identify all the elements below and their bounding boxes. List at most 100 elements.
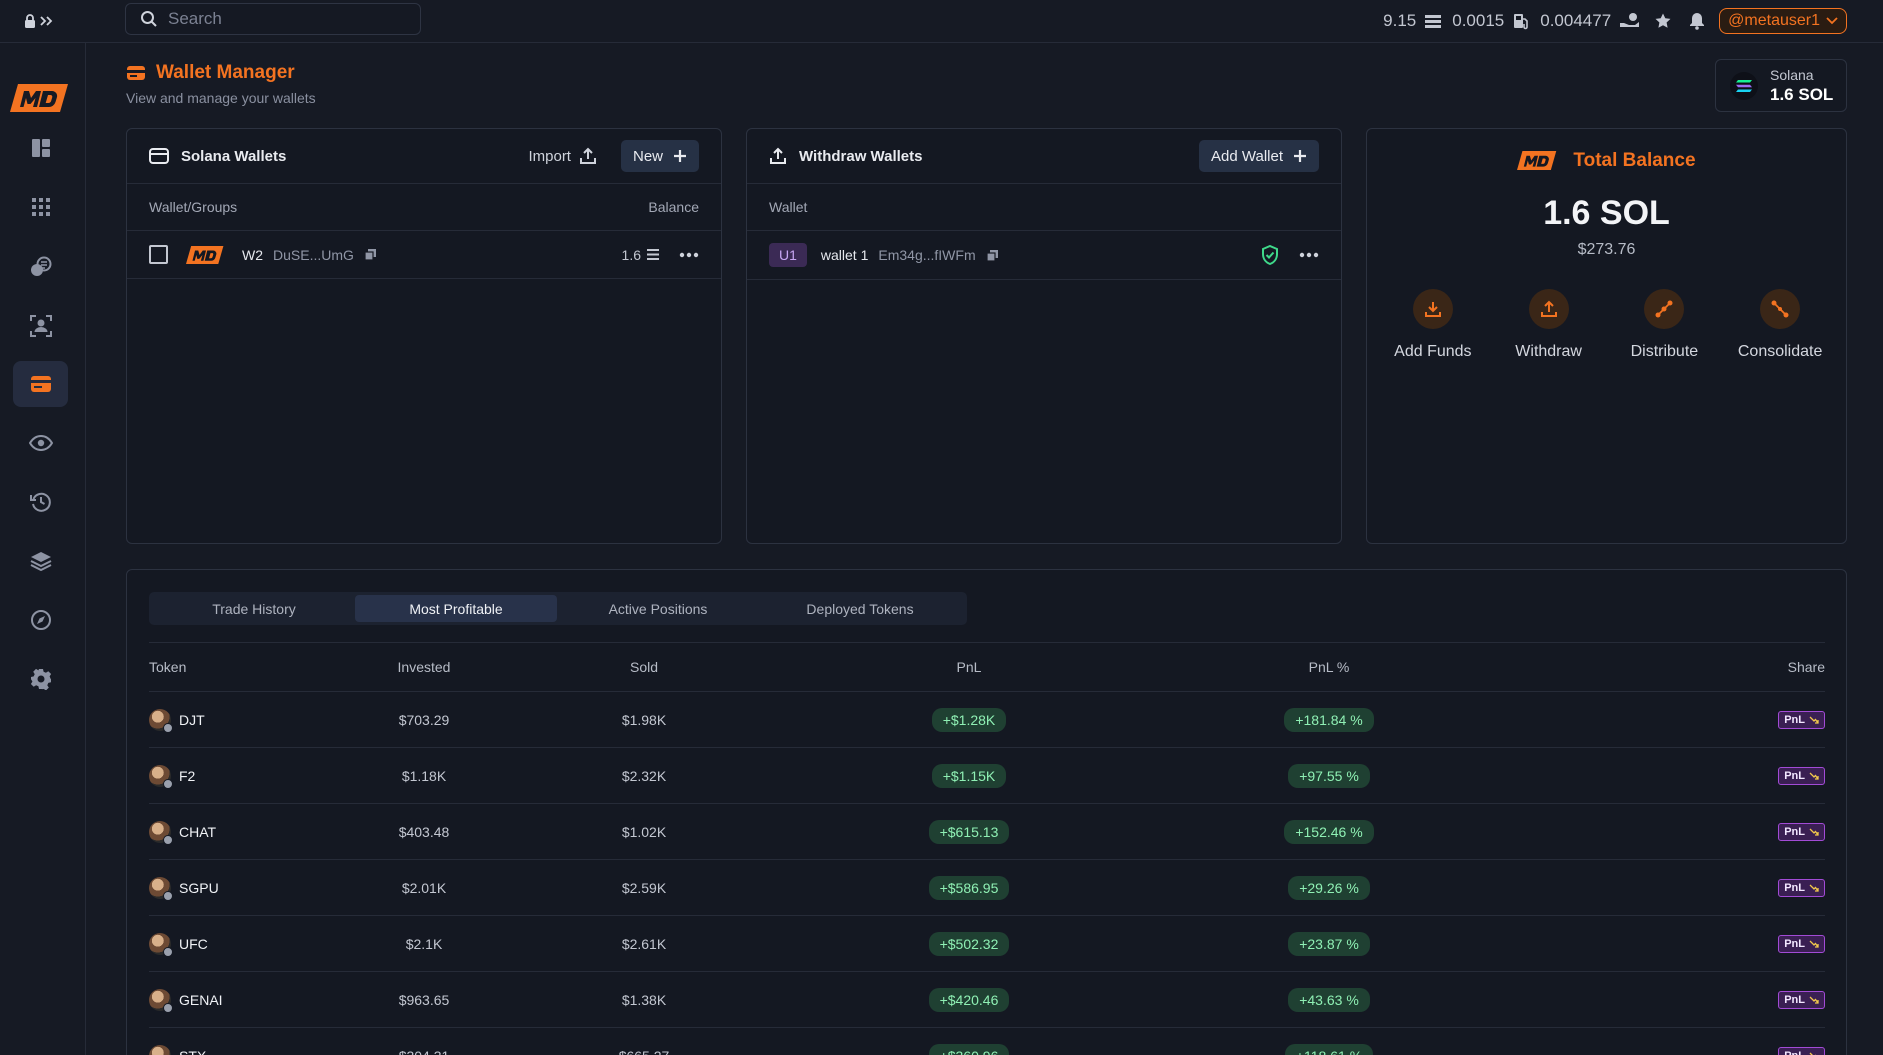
copy-icon[interactable] — [364, 248, 377, 261]
sidebar-item-explore[interactable] — [13, 597, 68, 643]
token-symbol: SGPU — [179, 879, 219, 896]
token-symbol: GENAI — [179, 991, 223, 1008]
col-share: Share — [1787, 659, 1825, 675]
search-bar[interactable] — [125, 3, 421, 35]
share-label: PnL — [1784, 882, 1805, 894]
top-bar-right: 9.15 0.0015 0.004477 @metauser1 — [1383, 8, 1847, 34]
pnl-cell: +$360.96 — [789, 1043, 1149, 1055]
pnl-cell: +$615.13 — [789, 819, 1149, 844]
wallet-checkbox[interactable] — [149, 245, 168, 264]
chain-selector[interactable]: Solana 1.6 SOL — [1715, 59, 1847, 112]
share-cell: PnL — [1509, 934, 1825, 953]
trend-icon — [1809, 716, 1819, 724]
withdraw-wallet-row[interactable]: U1 wallet 1 Em34g...fIWFm — [747, 231, 1341, 280]
share-pnl-button[interactable]: PnL — [1778, 935, 1825, 953]
table-row[interactable]: DJT $703.29 $1.98K +$1.28K +181.84 % PnL — [149, 692, 1825, 748]
wallet-row[interactable]: W2 DuSE...UmG 1.6 — [127, 231, 721, 279]
table-row[interactable]: GENAI $963.65 $1.38K +$420.46 +43.63 % P… — [149, 972, 1825, 1028]
import-button[interactable]: Import — [528, 147, 597, 165]
sidebar-item-user-scan[interactable] — [13, 303, 68, 349]
solana-icon — [1730, 71, 1758, 100]
table-row[interactable]: SGPU $2.01K $2.59K +$586.95 +29.26 % PnL — [149, 860, 1825, 916]
table-body: DJT $703.29 $1.98K +$1.28K +181.84 % PnL… — [149, 692, 1825, 1055]
notifications-button[interactable] — [1685, 9, 1709, 33]
more-options-icon[interactable] — [679, 252, 699, 258]
share-cell: PnL — [1509, 1046, 1825, 1055]
sidebar-item-settings[interactable] — [13, 656, 68, 702]
chain-balance: 1.6 SOL — [1770, 84, 1834, 104]
wallet-address: DuSE...UmG — [273, 246, 354, 263]
token-avatar — [149, 932, 173, 957]
pnl-cell: +$1.28K — [789, 707, 1149, 732]
shield-check-icon — [1262, 245, 1278, 265]
brand-logo — [1517, 151, 1557, 170]
share-label: PnL — [1784, 994, 1805, 1006]
new-wallet-button[interactable]: New — [620, 140, 699, 172]
sold-value: $2.59K — [621, 879, 667, 896]
pnl-pct-value: +23.87 % — [1288, 931, 1370, 956]
wallet-name: wallet 1 — [820, 247, 869, 263]
sidebar-item-watchlist[interactable] — [13, 420, 68, 466]
token-symbol: F2 — [179, 767, 196, 784]
share-pnl-button[interactable]: PnL — [1778, 879, 1825, 897]
withdraw-wallets-card: Withdraw Wallets Add Wallet Wallet U1 wa… — [746, 128, 1342, 544]
favorites-button[interactable] — [1651, 9, 1675, 33]
upload-icon — [579, 147, 596, 164]
metric-value: 0.004477 — [1540, 11, 1612, 30]
more-options-icon[interactable] — [1299, 252, 1319, 258]
wallet-address: Em34g...fIWFm — [878, 247, 976, 263]
action-label: Add Funds — [1394, 343, 1472, 360]
sidebar-item-wallets[interactable] — [13, 361, 68, 407]
token-cell: DJT — [149, 708, 349, 733]
share-pnl-button[interactable]: PnL — [1778, 823, 1825, 841]
table-row[interactable]: STX $304.31 $665.27 +$360.96 +118.61 % P… — [149, 1028, 1825, 1055]
brand-logo[interactable] — [10, 81, 72, 115]
action-label: Consolidate — [1737, 343, 1823, 360]
table-row[interactable]: F2 $1.18K $2.32K +$1.15K +97.55 % PnL — [149, 748, 1825, 804]
token-cell: STX — [149, 1044, 349, 1055]
sidebar — [0, 43, 86, 1055]
share-pnl-button[interactable]: PnL — [1778, 991, 1825, 1009]
pnl-cell: +$1.15K — [789, 763, 1149, 788]
sidebar-item-grid[interactable] — [13, 184, 68, 230]
history-icon — [29, 492, 51, 512]
share-label: PnL — [1784, 826, 1805, 838]
token-avatar — [149, 1044, 171, 1055]
sidebar-item-coins[interactable] — [13, 244, 68, 290]
share-pnl-button[interactable]: PnL — [1778, 767, 1825, 785]
table-row[interactable]: UFC $2.1K $2.61K +$502.32 +23.87 % PnL — [149, 916, 1825, 972]
compass-icon — [30, 610, 51, 630]
sidebar-item-history[interactable] — [13, 479, 68, 525]
tab-most-profitable[interactable]: Most Profitable — [355, 595, 557, 622]
token-cell: UFC — [149, 932, 349, 957]
tab-trade-history[interactable]: Trade History — [153, 595, 355, 622]
trend-icon — [1809, 828, 1819, 836]
sidebar-item-dashboard[interactable] — [13, 125, 68, 171]
share-pnl-button[interactable]: PnL — [1778, 711, 1825, 729]
user-menu-button[interactable]: @metauser1 — [1719, 8, 1847, 34]
add-wallet-button[interactable]: Add Wallet — [1199, 140, 1319, 172]
pnl-pct-cell: +152.46 % — [1149, 819, 1509, 844]
new-label: New — [632, 147, 663, 165]
search-input[interactable] — [168, 9, 388, 29]
trend-icon — [1809, 996, 1819, 1004]
sidebar-item-stack[interactable] — [13, 538, 68, 584]
withdraw-button[interactable]: Withdraw — [1494, 289, 1604, 361]
token-cell: SGPU — [149, 876, 349, 901]
bell-icon — [1690, 13, 1705, 30]
tab-deployed-tokens[interactable]: Deployed Tokens — [759, 595, 961, 622]
share-pnl-button[interactable]: PnL — [1778, 1047, 1825, 1055]
invested-value: $703.29 — [398, 711, 450, 728]
add-funds-button[interactable]: Add Funds — [1378, 289, 1488, 361]
lock-toggle[interactable] — [24, 11, 60, 31]
invested-value: $2.01K — [401, 879, 447, 896]
tab-active-positions[interactable]: Active Positions — [557, 595, 759, 622]
pnl-pct-value: +43.63 % — [1288, 987, 1370, 1012]
table-row[interactable]: CHAT $403.48 $1.02K +$615.13 +152.46 % P… — [149, 804, 1825, 860]
consolidate-button[interactable]: Consolidate — [1725, 289, 1835, 361]
consolidate-icon — [1771, 300, 1789, 318]
distribute-button[interactable]: Distribute — [1609, 289, 1719, 361]
copy-icon[interactable] — [986, 249, 999, 262]
pnl-pct-value: +29.26 % — [1288, 875, 1370, 900]
sold-value: $1.02K — [621, 823, 667, 840]
